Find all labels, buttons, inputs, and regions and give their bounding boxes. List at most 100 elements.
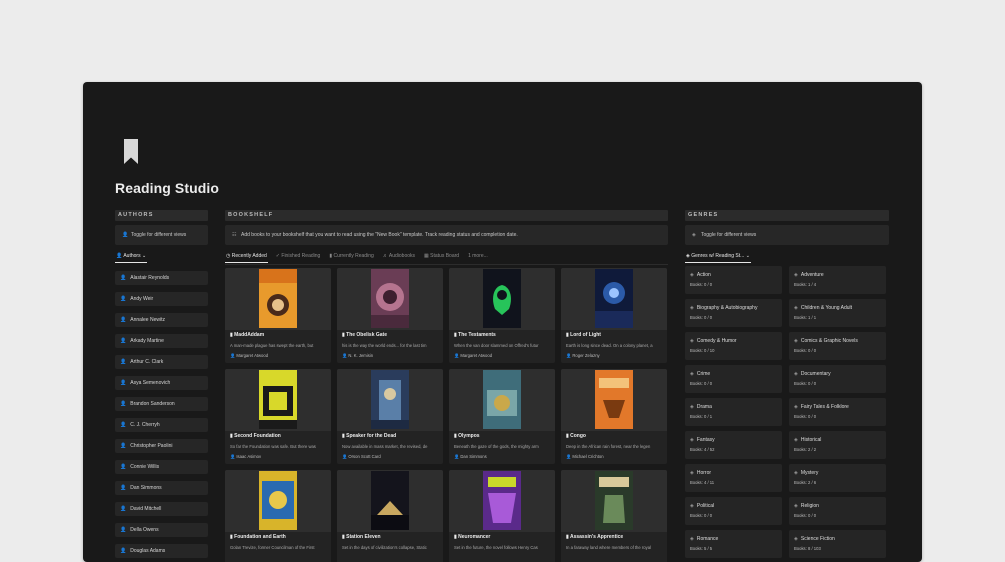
bookshelf-section: BOOKSHELF ☷ Add books to your bookshelf t… xyxy=(225,210,668,562)
book-cover-image xyxy=(595,269,633,328)
author-item[interactable]: 👤 David Mitchell xyxy=(115,502,208,516)
person-icon: 👤 xyxy=(120,527,127,533)
tag-icon: ◈ xyxy=(690,437,694,443)
book-description: Set in the days of civilization's collap… xyxy=(342,545,427,550)
author-item[interactable]: 👤 Arthur C. Clark xyxy=(115,355,208,369)
genre-name: ◈ Fairy Tales & Folklore xyxy=(794,404,849,410)
genre-book-count: Books: 0 / 0 xyxy=(690,513,713,518)
genre-card[interactable]: ◈ Historical Books: 2 / 2 xyxy=(789,431,886,459)
notion-page-window: Reading Studio AUTHORS 👤 Toggle for diffe… xyxy=(83,82,922,562)
genres-view-selector[interactable]: ◈ Genres w/ Reading St... ⌄ xyxy=(685,251,889,264)
genre-book-count: Books: 4 / 52 xyxy=(690,447,715,452)
author-item[interactable]: 👤 Della Owens xyxy=(115,523,208,537)
genre-card[interactable]: ◈ Horror Books: 4 / 11 xyxy=(685,464,782,492)
book-title-text: The Obelisk Gate xyxy=(346,332,387,338)
genre-card[interactable]: ◈ Comics & Graphic Novels Books: 0 / 0 xyxy=(789,332,886,360)
genre-card[interactable]: ◈ Fairy Tales & Folklore Books: 0 / 0 xyxy=(789,398,886,426)
authors-toggle[interactable]: 👤 Toggle for different views xyxy=(115,225,208,245)
author-item[interactable]: 👤 Douglas Adams xyxy=(115,544,208,558)
author-name: C. J. Cherryh xyxy=(130,422,160,428)
genre-card[interactable]: ◈ Romance Books: 5 / 5 xyxy=(685,530,782,558)
genre-name-text: Political xyxy=(696,503,715,509)
genre-card[interactable]: ◈ Mystery Books: 2 / 6 xyxy=(789,464,886,492)
book-cover-area xyxy=(561,268,667,330)
book-card[interactable]: ▮ MaddAddam A man-made plague has swept t… xyxy=(225,268,331,363)
book-author: 👤 N. K. Jemisin xyxy=(342,353,373,359)
author-name: Christopher Paolini xyxy=(130,443,173,449)
genre-gallery: ◈ Action Books: 0 / 0 ◈ Adventure Books: 1 / … xyxy=(685,266,889,558)
genre-card[interactable]: ◈ Drama Books: 0 / 1 xyxy=(685,398,782,426)
tag-icon: ◈ xyxy=(690,272,694,278)
genres-toggle[interactable]: ◈ Toggle for different views xyxy=(685,225,889,245)
book-title-text: Olympos xyxy=(458,433,480,439)
author-item[interactable]: 👤 Connie Willis xyxy=(115,460,208,474)
book-card[interactable]: ▮ Assassin's Apprentice In a faraway land… xyxy=(561,470,667,562)
book-card[interactable]: ▮ The Obelisk Gate his is the way the wor… xyxy=(337,268,443,363)
tab-recently-added[interactable]: ◷ Recently Added xyxy=(225,253,268,263)
genre-card[interactable]: ◈ Political Books: 0 / 0 xyxy=(685,497,782,525)
book-cover-area xyxy=(561,470,667,532)
book-card[interactable]: ▮ Olympos Beneath the gaze of the gods, t… xyxy=(449,369,555,464)
book-card[interactable]: ▮ Congo Deep in the African rain forest, … xyxy=(561,369,667,464)
genre-name: ◈ Biography & Autobiography xyxy=(690,305,757,311)
book-card[interactable]: ▮ Foundation and Earth Golan Trevize, for… xyxy=(225,470,331,562)
tag-icon: ◈ xyxy=(690,536,694,542)
book-cover-area xyxy=(449,369,555,431)
genre-card[interactable]: ◈ Action Books: 0 / 0 xyxy=(685,266,782,294)
book-title: ▮ Assassin's Apprentice xyxy=(566,534,623,540)
book-cover-area xyxy=(337,470,443,532)
genre-card[interactable]: ◈ Adventure Books: 1 / 4 xyxy=(789,266,886,294)
genre-card[interactable]: ◈ Fantasy Books: 4 / 52 xyxy=(685,431,782,459)
genre-card[interactable]: ◈ Comedy & Humor Books: 0 / 10 xyxy=(685,332,782,360)
author-item[interactable]: 👤 Dan Simmons xyxy=(115,481,208,495)
author-item[interactable]: 👤 Andy Weir xyxy=(115,292,208,306)
book-card[interactable]: ▮ The Testaments When the van door slamme… xyxy=(449,268,555,363)
book-card[interactable]: ▮ Lord of Light Earth is long since dead.… xyxy=(561,268,667,363)
genre-name: ◈ Children & Young Adult xyxy=(794,305,852,311)
book-author: 👤 Margaret Atwood xyxy=(230,353,268,359)
book-card[interactable]: ▮ Speaker for the Dead Now available in m… xyxy=(337,369,443,464)
author-item[interactable]: 👤 Asya Semenovich xyxy=(115,376,208,390)
genres-view-tab[interactable]: ◈ Genres w/ Reading St... ⌄ xyxy=(685,253,751,263)
author-item[interactable]: 👤 Arkady Martine xyxy=(115,334,208,348)
tab-audiobooks[interactable]: ♬ Audiobooks xyxy=(382,253,416,262)
book-cover-area xyxy=(225,369,331,431)
tab-more-views[interactable]: 1 more... xyxy=(467,253,489,262)
book-title: ▮ Station Eleven xyxy=(342,534,381,540)
book-author-name: Isaac Asimov xyxy=(236,454,262,459)
genres-header: GENRES xyxy=(685,210,889,221)
book-card[interactable]: ▮ Station Eleven Set in the days of civil… xyxy=(337,470,443,562)
author-item[interactable]: 👤 Annalee Newitz xyxy=(115,313,208,327)
author-item[interactable]: 👤 Christopher Paolini xyxy=(115,439,208,453)
genre-card[interactable]: ◈ Science Fiction Books: 8 / 103 xyxy=(789,530,886,558)
tab-status-board[interactable]: ▦ Status Board xyxy=(423,253,460,262)
book-cover-image xyxy=(259,269,297,328)
tab-currently-reading[interactable]: ▮ Currently Reading xyxy=(328,253,374,262)
bookshelf-note: Add books to your bookshelf that you wan… xyxy=(241,232,518,238)
authors-view-selector[interactable]: 👤 Authors ⌄ xyxy=(115,251,208,264)
author-item[interactable]: 👤 C. J. Cherryh xyxy=(115,418,208,432)
genre-card[interactable]: ◈ Documentary Books: 0 / 0 xyxy=(789,365,886,393)
tab-label: Recently Added xyxy=(231,252,267,259)
genre-card[interactable]: ◈ Crime Books: 0 / 0 xyxy=(685,365,782,393)
book-description: Beneath the gaze of the gods, the mighty… xyxy=(454,444,539,449)
person-icon: 👤 xyxy=(120,485,127,491)
tag-icon: ◈ xyxy=(692,232,696,238)
genre-card[interactable]: ◈ Children & Young Adult Books: 1 / 1 xyxy=(789,299,886,327)
book-author: 👤 Orson Scott Card xyxy=(342,454,381,460)
author-item[interactable]: 👤 Brandon Sanderson xyxy=(115,397,208,411)
book-title-text: The Testaments xyxy=(458,332,496,338)
genre-card[interactable]: ◈ Biography & Autobiography Books: 0 / 0 xyxy=(685,299,782,327)
tag-icon: ◈ xyxy=(794,470,798,476)
author-item[interactable]: 👤 Alastair Reynolds xyxy=(115,271,208,285)
book-title: ▮ Speaker for the Dead xyxy=(342,433,396,439)
genre-book-count: Books: 0 / 0 xyxy=(794,513,817,518)
book-title-text: Second Foundation xyxy=(234,433,281,439)
book-card[interactable]: ▮ Neuromancer Set in the future, the nove… xyxy=(449,470,555,562)
authors-view-tab[interactable]: 👤 Authors ⌄ xyxy=(115,253,148,263)
book-cover-image xyxy=(371,471,409,530)
tag-icon: ◈ xyxy=(794,272,798,278)
book-card[interactable]: ▮ Second Foundation So far the Foundation… xyxy=(225,369,331,464)
tab-finished-reading[interactable]: ✓ Finished Reading xyxy=(275,253,322,262)
genre-card[interactable]: ◈ Religion Books: 0 / 0 xyxy=(789,497,886,525)
